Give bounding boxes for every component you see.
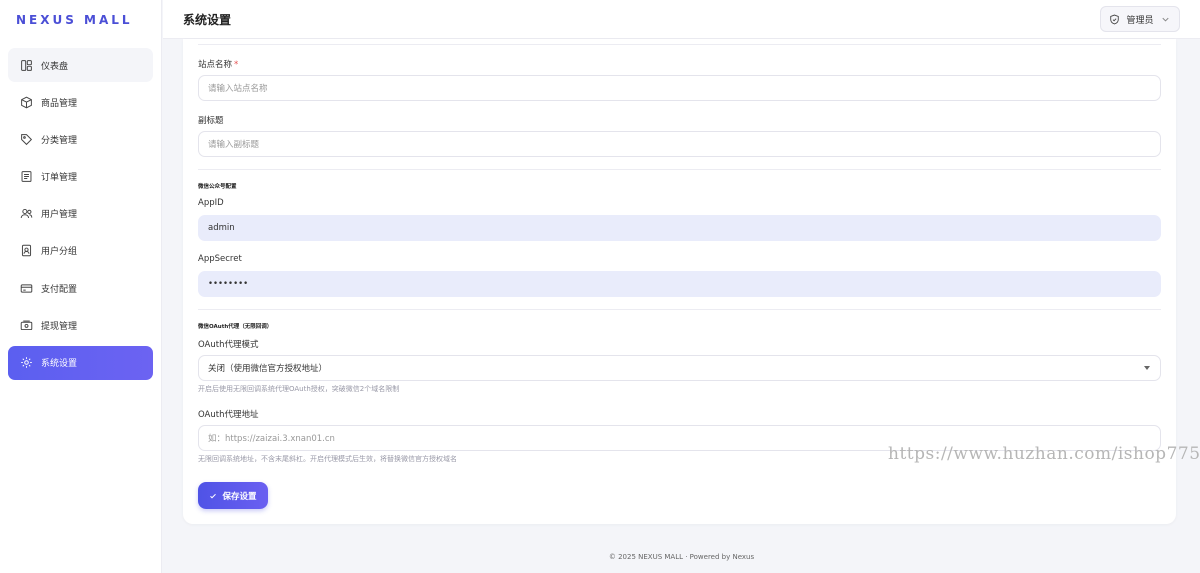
- wechat-section-title: 微信公众号配置: [198, 184, 237, 190]
- site-name-placeholder: 请输入站点名称: [208, 84, 268, 94]
- sidebar-item-label: 商品管理: [41, 98, 78, 109]
- oauth-mode-hint: 开启后使用无限回调系统代理OAuth授权，突破微信2个域名限制: [198, 385, 400, 393]
- sidebar-item-orders[interactable]: 订单管理: [8, 160, 153, 194]
- top-header: 系统设置 管理员: [163, 0, 1200, 39]
- sidebar-item-payment[interactable]: 支付配置: [8, 271, 153, 305]
- appid-input[interactable]: admin: [198, 215, 1161, 241]
- sidebar-item-label: 用户管理: [41, 210, 78, 221]
- sidebar-item-label: 提现管理: [41, 321, 78, 332]
- gear-icon: [19, 356, 33, 370]
- sidebar-item-withdraw[interactable]: 提现管理: [8, 308, 153, 342]
- appsecret-value: ••••••••: [208, 279, 249, 289]
- sidebar-item-categories[interactable]: 分类管理: [8, 122, 153, 156]
- sidebar-item-label: 订单管理: [41, 173, 78, 184]
- sidebar-item-settings[interactable]: 系统设置: [8, 345, 153, 380]
- chevron-down-icon: [1162, 17, 1169, 22]
- tag-icon: [19, 132, 33, 146]
- sidebar-item-label: 仪表盘: [41, 61, 69, 72]
- oauth-mode-label: OAuth代理模式: [198, 340, 259, 350]
- sidebar-item-label: 用户分组: [41, 247, 78, 258]
- dashboard-icon: [19, 58, 33, 72]
- caret-down-icon: [1144, 366, 1150, 370]
- oauth-section-title: 微信OAuth代理（无限回调）: [198, 324, 273, 330]
- appid-label: AppID: [198, 198, 224, 208]
- subtitle-placeholder: 请输入副标题: [208, 140, 260, 150]
- check-icon: [210, 493, 217, 498]
- divider: [198, 169, 1161, 170]
- oauth-mode-select[interactable]: 关闭（使用微信官方授权地址）: [198, 355, 1161, 381]
- watermark-text: https://www.huzhan.com/ishop7751: [888, 444, 1200, 464]
- shield-icon: [1110, 14, 1119, 24]
- site-name-input[interactable]: 请输入站点名称: [198, 75, 1161, 101]
- sidebar-item-users[interactable]: 用户管理: [8, 197, 153, 231]
- sidebar-item-products[interactable]: 商品管理: [8, 85, 153, 119]
- box-icon: [19, 95, 33, 109]
- page-title: 系统设置: [183, 12, 232, 27]
- sidebar-item-label: 系统设置: [41, 359, 78, 369]
- oauth-url-hint: 无限回调系统地址，不含末尾斜杠。开启代理模式后生效，将替换微信官方授权域名: [198, 455, 457, 463]
- user-menu-label: 管理员: [1126, 15, 1154, 26]
- divider: [198, 309, 1161, 310]
- subtitle-input[interactable]: 请输入副标题: [198, 131, 1161, 157]
- sidebar-item-dashboard[interactable]: 仪表盘: [8, 48, 153, 82]
- required-mark: *: [234, 60, 239, 70]
- appsecret-label: AppSecret: [198, 254, 242, 264]
- user-menu-button[interactable]: 管理员: [1100, 6, 1180, 32]
- sidebar-item-label: 支付配置: [41, 284, 78, 295]
- site-name-label: 站点名称 *: [198, 58, 238, 70]
- divider: [198, 44, 1161, 45]
- subtitle-label: 副标题: [198, 116, 224, 126]
- order-list-icon: [19, 170, 33, 184]
- brand-logo[interactable]: NEXUS MALL: [0, 0, 161, 40]
- sidebar: NEXUS MALL 仪表盘 商品管理 分类管理 订单管理 用户管理 用户分组 …: [0, 0, 162, 573]
- sidebar-nav: 仪表盘 商品管理 分类管理 订单管理 用户管理 用户分组 支付配置 提现管理 系…: [0, 40, 161, 381]
- users-icon: [19, 207, 33, 221]
- withdraw-icon: [19, 318, 33, 332]
- save-settings-button[interactable]: 保存设置: [198, 482, 268, 509]
- appsecret-input[interactable]: ••••••••: [198, 271, 1161, 297]
- user-group-icon: [19, 244, 33, 258]
- oauth-url-label: OAuth代理地址: [198, 410, 259, 420]
- page-footer: © 2025 NEXUS MALL · Powered by Nexus: [608, 553, 755, 561]
- sidebar-item-user-groups[interactable]: 用户分组: [8, 234, 153, 268]
- sidebar-item-label: 分类管理: [41, 135, 78, 146]
- save-settings-label: 保存设置: [222, 491, 257, 502]
- appid-value: admin: [208, 223, 235, 233]
- oauth-url-placeholder: 如：https://zaizai.3.xnan01.cn: [208, 434, 335, 444]
- credit-card-icon: [19, 281, 33, 295]
- oauth-mode-selected: 关闭（使用微信官方授权地址）: [208, 364, 328, 374]
- site-name-label-text: 站点名称: [198, 60, 233, 70]
